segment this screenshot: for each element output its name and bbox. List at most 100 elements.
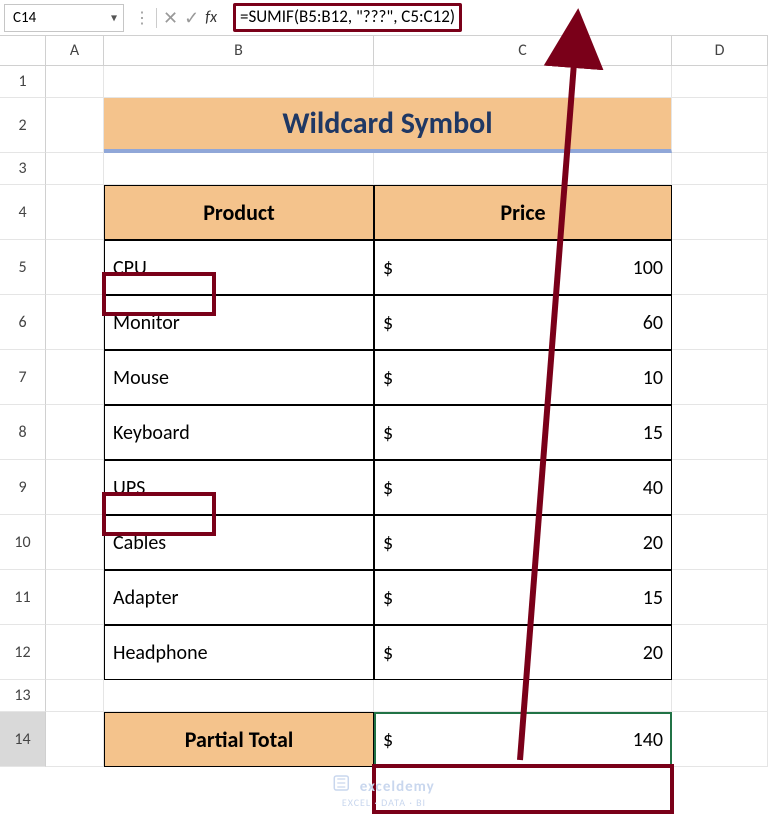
select-all-corner[interactable] [0, 36, 46, 65]
partial-total-value[interactable]: $ 140 [374, 712, 672, 767]
partial-total-label[interactable]: Partial Total [104, 712, 374, 767]
price-text: 100 [633, 256, 663, 280]
row-head[interactable]: 5 [0, 240, 46, 295]
cell-D3[interactable] [672, 153, 768, 185]
col-head-C[interactable]: C [374, 36, 672, 65]
cell-D8[interactable] [672, 405, 768, 460]
enter-icon[interactable]: ✓ [184, 7, 199, 29]
row-12: 12 Headphone $20 [0, 625, 768, 680]
cell-A2[interactable] [46, 98, 104, 153]
row-head[interactable]: 12 [0, 625, 46, 680]
name-box[interactable]: C14 ▾ [4, 4, 124, 32]
cell-A8[interactable] [46, 405, 104, 460]
cell-price[interactable]: $20 [374, 625, 672, 680]
cell-price[interactable]: $15 [374, 405, 672, 460]
cell-price[interactable]: $100 [374, 240, 672, 295]
row-head[interactable]: 10 [0, 515, 46, 570]
row-head[interactable]: 13 [0, 680, 46, 712]
product-text: Cables [113, 531, 166, 555]
row-head[interactable]: 8 [0, 405, 46, 460]
cell-D7[interactable] [672, 350, 768, 405]
cell-D9[interactable] [672, 460, 768, 515]
chevron-down-icon[interactable]: ▾ [111, 10, 117, 25]
cell-product[interactable]: Monitor [104, 295, 374, 350]
row-14: 14 Partial Total $ 140 [0, 712, 768, 767]
cell-B13[interactable] [104, 680, 374, 712]
watermark-brand: exceldemy [360, 778, 435, 796]
row-6: 6 Monitor $60 [0, 295, 768, 350]
product-text: Mouse [113, 366, 169, 390]
cell-product[interactable]: Cables [104, 515, 374, 570]
cell-C13[interactable] [374, 680, 672, 712]
row-head[interactable]: 6 [0, 295, 46, 350]
row-head[interactable]: 9 [0, 460, 46, 515]
cancel-icon[interactable]: ✕ [163, 7, 178, 29]
row-head[interactable]: 7 [0, 350, 46, 405]
currency: $ [383, 476, 393, 500]
cell-D10[interactable] [672, 515, 768, 570]
cell-A13[interactable] [46, 680, 104, 712]
grid: 1 2 Wildcard Symbol 3 4 Product Price 5 … [0, 66, 768, 767]
currency: $ [383, 311, 393, 335]
cell-product[interactable]: Keyboard [104, 405, 374, 460]
formula-bar: C14 ▾ ⋮ ✕ ✓ fx =SUMIF(B5:B12, "???", C5:… [0, 0, 768, 36]
cell-A10[interactable] [46, 515, 104, 570]
kebab-icon[interactable]: ⋮ [134, 8, 150, 28]
cell-D5[interactable] [672, 240, 768, 295]
cell-product[interactable]: Headphone [104, 625, 374, 680]
cell-D11[interactable] [672, 570, 768, 625]
formula-input[interactable]: =SUMIF(B5:B12, "???", C5:C12) [227, 3, 768, 33]
cell-price[interactable]: $60 [374, 295, 672, 350]
cell-product[interactable]: CPU [104, 240, 374, 295]
th-price[interactable]: Price [374, 185, 672, 240]
cell-D6[interactable] [672, 295, 768, 350]
cell-product[interactable]: UPS [104, 460, 374, 515]
cell-D2[interactable] [672, 98, 768, 153]
cell-A9[interactable] [46, 460, 104, 515]
row-10: 10 Cables $20 [0, 515, 768, 570]
cell-A12[interactable] [46, 625, 104, 680]
cell-A4[interactable] [46, 185, 104, 240]
price-text: 10 [643, 366, 663, 390]
cell-A1[interactable] [46, 66, 104, 98]
cell-price[interactable]: $10 [374, 350, 672, 405]
cell-C1[interactable] [374, 66, 672, 98]
row-head[interactable]: 11 [0, 570, 46, 625]
fx-icon[interactable]: fx [205, 8, 217, 27]
cell-D14[interactable] [672, 712, 768, 767]
cell-A6[interactable] [46, 295, 104, 350]
cell-B1[interactable] [104, 66, 374, 98]
cell-product[interactable]: Mouse [104, 350, 374, 405]
col-head-B[interactable]: B [104, 36, 374, 65]
cell-D12[interactable] [672, 625, 768, 680]
row-head[interactable]: 3 [0, 153, 46, 185]
cell-D13[interactable] [672, 680, 768, 712]
cell-A3[interactable] [46, 153, 104, 185]
row-head[interactable]: 1 [0, 66, 46, 98]
row-head[interactable]: 4 [0, 185, 46, 240]
cell-D4[interactable] [672, 185, 768, 240]
cell-product[interactable]: Adapter [104, 570, 374, 625]
price-text: 60 [643, 311, 663, 335]
cell-price[interactable]: $20 [374, 515, 672, 570]
cell-A11[interactable] [46, 570, 104, 625]
cell-A7[interactable] [46, 350, 104, 405]
currency: $ [383, 531, 393, 555]
title-cell[interactable]: Wildcard Symbol [104, 98, 672, 153]
th-product[interactable]: Product [104, 185, 374, 240]
cell-price[interactable]: $15 [374, 570, 672, 625]
cell-C3[interactable] [374, 153, 672, 185]
row-8: 8 Keyboard $15 [0, 405, 768, 460]
col-head-D[interactable]: D [672, 36, 768, 65]
title-text: Wildcard Symbol [282, 105, 492, 142]
cell-A5[interactable] [46, 240, 104, 295]
row-head[interactable]: 2 [0, 98, 46, 153]
cell-price[interactable]: $40 [374, 460, 672, 515]
currency: $ [383, 586, 393, 610]
row-head[interactable]: 14 [0, 712, 46, 767]
cell-D1[interactable] [672, 66, 768, 98]
cell-A14[interactable] [46, 712, 104, 767]
col-head-A[interactable]: A [46, 36, 104, 65]
cell-B3[interactable] [104, 153, 374, 185]
currency: $ [383, 256, 393, 280]
